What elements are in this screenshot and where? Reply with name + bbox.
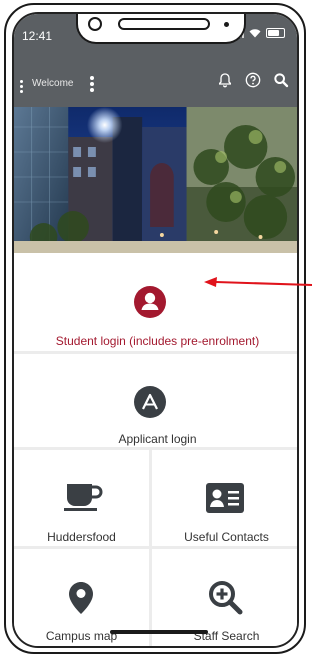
student-login-label: Student login (includes pre-enrolment) xyxy=(55,334,260,348)
app-header: 12:41 Welcome xyxy=(14,14,297,107)
sensor-icon xyxy=(224,22,229,27)
status-time: 12:41 xyxy=(22,29,53,43)
applicant-login-label: Applicant login xyxy=(118,432,197,446)
welcome-text: Welcome xyxy=(32,78,74,89)
user-circle-icon xyxy=(134,286,166,318)
contact-card-icon xyxy=(206,483,244,513)
huddersfood-tile[interactable]: Huddersfood xyxy=(14,450,149,546)
applicant-a-icon xyxy=(134,386,166,418)
useful-contacts-label: Useful Contacts xyxy=(184,530,269,544)
campus-banner-image xyxy=(14,107,297,253)
menu-dots-icon[interactable] xyxy=(20,80,24,93)
help-icon[interactable] xyxy=(245,72,261,88)
more-options-icon[interactable] xyxy=(90,76,94,92)
map-pin-icon xyxy=(69,582,93,614)
home-indicator[interactable] xyxy=(110,630,208,634)
annotation-arrow-icon xyxy=(204,277,312,287)
phone-notch xyxy=(76,14,246,44)
camera-icon xyxy=(88,17,102,31)
battery-icon xyxy=(266,28,285,38)
zoom-plus-icon xyxy=(209,581,243,615)
speaker-icon xyxy=(118,18,210,30)
search-icon[interactable] xyxy=(273,72,289,88)
useful-contacts-tile[interactable]: Useful Contacts xyxy=(152,450,297,546)
huddersfood-label: Huddersfood xyxy=(47,530,116,544)
phone-screen: 12:41 Welcome Student login (includes pr… xyxy=(12,12,299,648)
bell-icon[interactable] xyxy=(217,72,233,88)
wifi-icon xyxy=(249,29,261,38)
appbar-actions xyxy=(217,72,289,88)
coffee-cup-icon xyxy=(64,484,103,511)
student-login-tile[interactable]: Student login (includes pre-enrolment) xyxy=(14,253,297,353)
applicant-login-tile[interactable]: Applicant login xyxy=(14,354,297,450)
